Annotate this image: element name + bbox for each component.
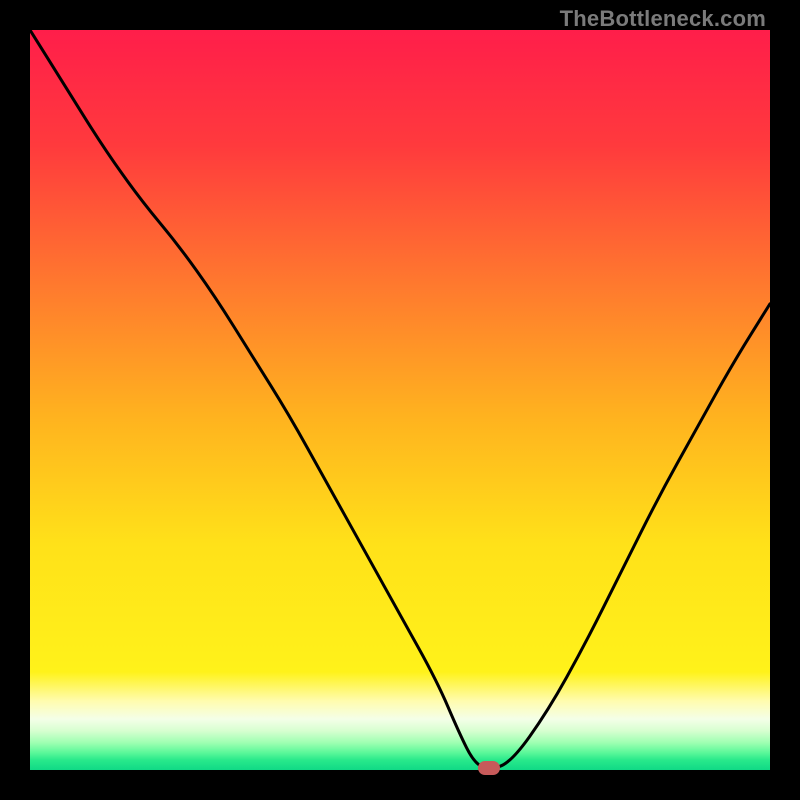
chart-frame: TheBottleneck.com	[0, 0, 800, 800]
watermark-text: TheBottleneck.com	[560, 6, 766, 32]
optimum-marker	[478, 761, 500, 775]
bottleneck-curve	[30, 30, 770, 770]
plot-area	[30, 30, 770, 770]
